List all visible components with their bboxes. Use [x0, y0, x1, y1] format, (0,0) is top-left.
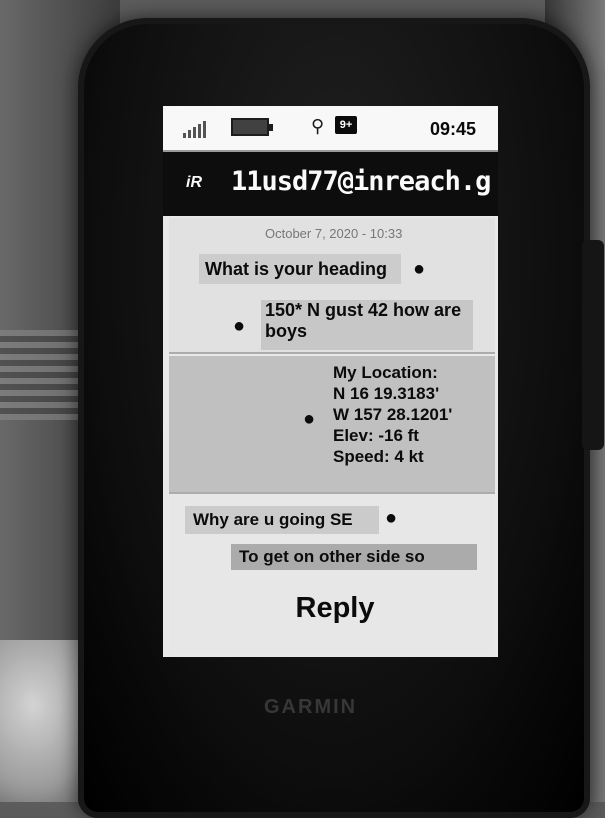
- clock: 09:45: [429, 119, 476, 139]
- location-details: My Location: N 16 19.3183' W 157 28.1201…: [333, 362, 493, 467]
- location-pin-icon: ●: [385, 507, 398, 529]
- location-pin-icon: ●: [233, 315, 246, 337]
- battery-icon: [231, 118, 273, 136]
- incoming-message[interactable]: What is your heading: [199, 254, 401, 284]
- conversation-header: iR 11usd77@inreach.g: [163, 152, 498, 216]
- location-pin-icon: ●: [303, 408, 316, 430]
- location-message[interactable]: ● My Location: N 16 19.3183' W 157 28.12…: [169, 356, 495, 494]
- gps-satellite-icon: ⚲: [311, 116, 325, 136]
- message-notification-icon[interactable]: 9+: [335, 116, 357, 134]
- speed: Speed: 4 kt: [333, 447, 424, 466]
- location-pin-icon: ●: [413, 258, 426, 280]
- outgoing-message[interactable]: 150* N gust 42 how are boys: [261, 300, 473, 350]
- device-screen: ⚲ 9+ 09:45 iR 11usd77@inreach.g October …: [163, 106, 498, 657]
- contact-address: 11usd77@inreach.g: [231, 166, 491, 197]
- message-block-1: October 7, 2020 - 10:33 What is your hea…: [169, 218, 495, 354]
- inreach-logo: iR: [186, 174, 202, 191]
- reply-button[interactable]: Reply: [265, 584, 405, 632]
- message-thread[interactable]: October 7, 2020 - 10:33 What is your hea…: [169, 218, 495, 655]
- message-block-3: Why are u going SE ● To get on other sid…: [169, 494, 495, 655]
- elevation: Elev: -16 ft: [333, 426, 419, 445]
- signal-bars-icon: [183, 120, 206, 138]
- incoming-message[interactable]: Why are u going SE: [185, 506, 379, 534]
- status-bar: ⚲ 9+ 09:45: [163, 106, 498, 152]
- outgoing-message[interactable]: To get on other side so: [231, 544, 477, 570]
- latitude: N 16 19.3183': [333, 384, 440, 403]
- device-brand-logo: GARMIN: [264, 696, 358, 718]
- device-side-button[interactable]: [582, 240, 604, 450]
- message-date: October 7, 2020 - 10:33: [265, 226, 403, 241]
- longitude: W 157 28.1201': [333, 405, 453, 424]
- location-label: My Location:: [333, 363, 438, 382]
